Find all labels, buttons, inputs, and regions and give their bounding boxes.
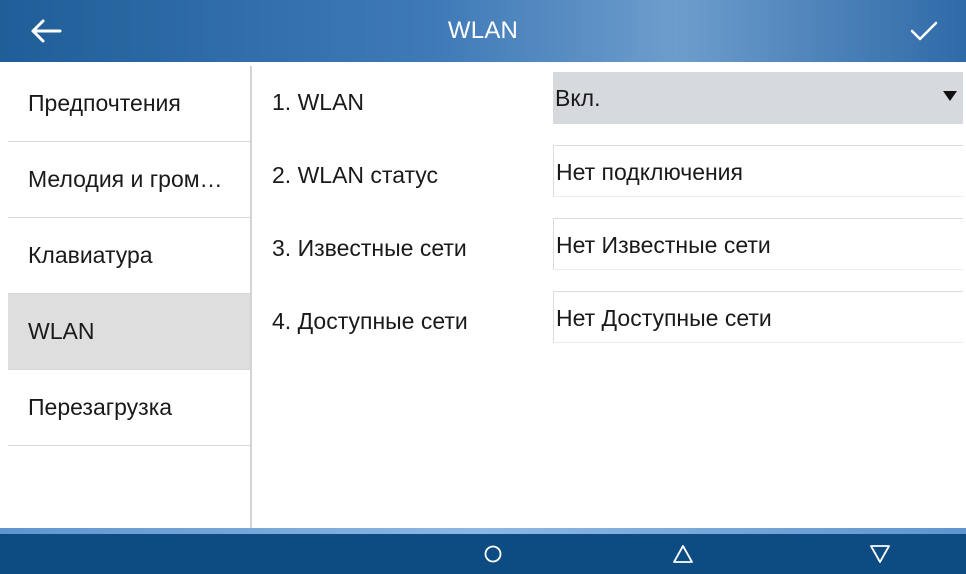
triangle-down-icon xyxy=(870,545,890,563)
checkmark-icon xyxy=(910,21,938,41)
settings-sidebar: Предпочтения Мелодия и гром… Клавиатура … xyxy=(8,66,252,530)
scroll-down-button[interactable] xyxy=(858,538,902,570)
setting-row-available-networks: 4. Доступные сети Нет Доступные сети xyxy=(252,285,966,357)
circle-icon xyxy=(484,545,502,563)
sidebar-item-ringtone-volume[interactable]: Мелодия и гром… xyxy=(8,142,250,218)
triangle-up-icon xyxy=(673,545,693,563)
known-networks-field[interactable]: Нет Известные сети xyxy=(553,218,963,270)
available-networks-field[interactable]: Нет Доступные сети xyxy=(553,291,963,343)
sidebar-item-reboot[interactable]: Перезагрузка xyxy=(8,370,250,446)
page-title: WLAN xyxy=(447,17,519,44)
wlan-settings-screen: WLAN Предпочтения Мелодия и гром… Клавиа… xyxy=(0,0,966,574)
dropdown-arrow-icon xyxy=(943,91,957,101)
home-button[interactable] xyxy=(471,538,515,570)
field-value: Нет Известные сети xyxy=(556,232,771,258)
sidebar-item-keyboard[interactable]: Клавиатура xyxy=(8,218,250,294)
field-value: Нет подключения xyxy=(556,159,743,185)
sidebar-item-wlan[interactable]: WLAN xyxy=(8,294,250,370)
scroll-up-button[interactable] xyxy=(661,538,705,570)
sidebar-item-label: Перезагрузка xyxy=(28,394,173,420)
setting-row-wlan-status: 2. WLAN статус Нет подключения xyxy=(252,139,966,211)
sidebar-item-label: Предпочтения xyxy=(28,90,181,116)
wlan-status-field[interactable]: Нет подключения xyxy=(553,145,963,197)
select-value: Вкл. xyxy=(555,85,601,111)
setting-label: 3. Известные сети xyxy=(272,235,467,261)
setting-row-wlan: 1. WLAN Вкл. xyxy=(252,66,966,138)
wlan-toggle-select[interactable]: Вкл. xyxy=(553,72,963,124)
sidebar-item-label: Клавиатура xyxy=(28,242,153,268)
sidebar-item-label: Мелодия и гром… xyxy=(28,166,223,192)
setting-row-known-networks: 3. Известные сети Нет Известные сети xyxy=(252,212,966,284)
setting-label: 4. Доступные сети xyxy=(272,308,468,334)
sidebar-item-preferences[interactable]: Предпочтения xyxy=(8,66,250,142)
title-bar: WLAN xyxy=(0,0,966,62)
setting-label: 2. WLAN статус xyxy=(272,162,439,188)
confirm-button[interactable] xyxy=(900,14,948,48)
field-value: Нет Доступные сети xyxy=(556,305,772,331)
sidebar-item-label: WLAN xyxy=(28,318,95,344)
setting-label: 1. WLAN xyxy=(272,89,365,115)
settings-content: 1. WLAN Вкл. 2. WLAN статус Нет подключе… xyxy=(252,66,966,530)
navigation-bar xyxy=(0,534,966,574)
